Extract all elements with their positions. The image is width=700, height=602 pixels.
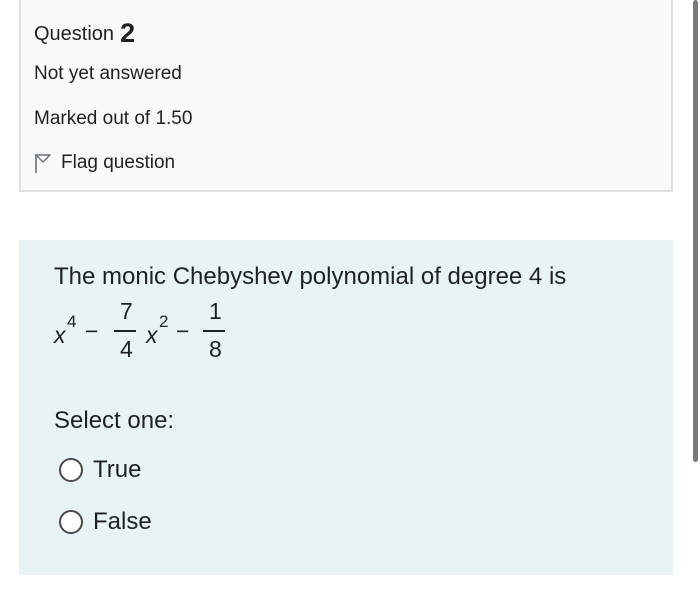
formula-term1-base: x xyxy=(54,322,66,348)
polynomial-formula: x 4 − 7 4 x 2 − 1 8 xyxy=(54,298,274,370)
select-one-prompt: Select one: xyxy=(54,407,175,434)
flag-icon xyxy=(34,152,52,174)
formula-frac2-numerator: 1 xyxy=(209,298,222,324)
question-label: Question xyxy=(34,23,115,45)
option-false-label: False xyxy=(93,508,152,535)
question-text: The monic Chebyshev polynomial of degree… xyxy=(54,263,567,290)
question-info-panel: Question 2 Not yet answered Marked out of… xyxy=(19,0,673,192)
flag-question-label: Flag question xyxy=(61,152,176,173)
formula-term2-base: x xyxy=(146,322,158,348)
question-heading: Question 2 xyxy=(34,16,136,48)
option-false[interactable]: False xyxy=(59,508,152,536)
formula-frac1-bar xyxy=(114,330,136,332)
question-grade: Marked out of 1.50 xyxy=(34,108,193,129)
formula-term1-exp: 4 xyxy=(67,312,77,331)
radio-false[interactable] xyxy=(59,510,83,534)
radio-true[interactable] xyxy=(59,458,83,482)
formula-frac2-denominator: 8 xyxy=(209,336,222,362)
question-number: 2 xyxy=(120,18,136,48)
question-content-panel: The monic Chebyshev polynomial of degree… xyxy=(19,240,673,575)
formula-minus-2: − xyxy=(176,318,190,344)
formula-frac1-numerator: 7 xyxy=(120,298,133,324)
question-state: Not yet answered xyxy=(34,63,182,84)
formula-frac2-bar xyxy=(203,330,225,332)
option-true[interactable]: True xyxy=(59,456,141,484)
formula-frac1-denominator: 4 xyxy=(120,336,133,362)
flag-question-link[interactable]: Flag question xyxy=(34,152,175,174)
formula-term2-exp: 2 xyxy=(159,312,169,331)
vertical-scrollbar[interactable] xyxy=(693,0,698,462)
formula-minus-1: − xyxy=(85,318,99,344)
option-true-label: True xyxy=(93,456,142,483)
